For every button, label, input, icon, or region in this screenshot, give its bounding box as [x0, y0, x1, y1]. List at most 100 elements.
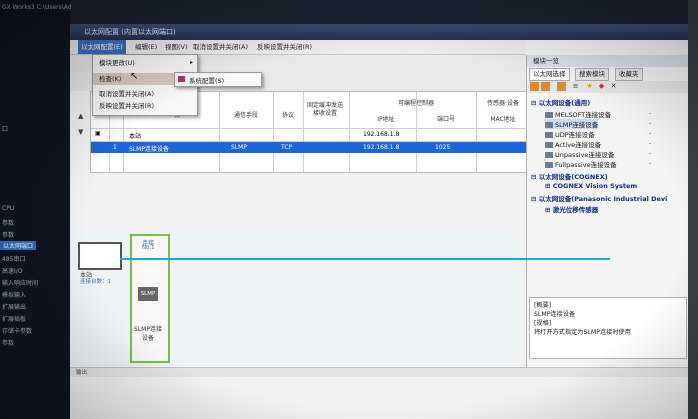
sidebar-app-title: GX Works3 C:\Users\Ad	[2, 4, 72, 11]
star-icon[interactable]: ★	[585, 82, 594, 91]
tab-ethernet-select[interactable]: 以太网选择	[529, 68, 570, 81]
category-ethernet-general[interactable]: ⊟ 以太网设备(通用)	[531, 97, 590, 107]
scroll-down-icon[interactable]: ▼	[78, 128, 83, 136]
filter-icon[interactable]	[541, 82, 550, 91]
sidebar-item-high-speed-io[interactable]: 高速I/O	[2, 266, 23, 275]
module-label: Active连接设备	[555, 141, 602, 149]
menu-ethernet-config[interactable]: 以太网配置(E)	[78, 40, 126, 54]
menu-view[interactable]: 视图(V)	[162, 40, 191, 54]
module-item-unpassive[interactable]: Unpassive连接设备	[545, 149, 614, 159]
menu-item-label: 模块更改(U)	[99, 59, 135, 67]
row-host-ip[interactable]: 192.168.1.8	[363, 131, 399, 138]
sidebar-item[interactable]: 口	[2, 124, 8, 133]
menu-bar: 以太网配置(E) 编辑(E) 视图(V) 取消设置并关闭(A) 反映设置并关闭(…	[70, 40, 526, 55]
module-item-udp[interactable]: UDP连接设备	[545, 129, 595, 139]
list-view-icon[interactable]: ≡	[571, 82, 580, 91]
row-port-number[interactable]: 1025	[435, 144, 450, 151]
row-comm-method[interactable]: SLMP	[231, 144, 247, 151]
menu-cancel-close[interactable]: 取消设置并关闭(A)	[190, 40, 251, 54]
scroll-up-icon[interactable]: ▲	[78, 112, 83, 120]
row-protocol[interactable]: TCP	[281, 144, 292, 151]
header-fixed-buffer: 固定缓冲发送接收设置	[307, 102, 344, 117]
module-label: Fullpassive连接设备	[555, 161, 617, 169]
module-list-title: 模块一览	[527, 55, 689, 67]
module-dash: -	[649, 140, 652, 147]
module-item-laser-sensor[interactable]: ⊞ 激光位移传感器	[545, 204, 598, 214]
sidebar-item-parameter[interactable]: 参数	[2, 230, 14, 239]
header-protocol: 协议	[281, 112, 294, 119]
sidebar-item-expansion-output[interactable]: 扩展输出	[2, 302, 26, 311]
sidebar-item-memory-card[interactable]: 存储卡参数	[2, 326, 32, 335]
module-item-melsoft[interactable]: MELSOFT连接设备	[545, 109, 611, 119]
device-icon	[545, 122, 553, 128]
sort-icon[interactable]	[530, 82, 539, 91]
ethernet-configuration-window: 以太网配置 (内置以太网端口) 以太网配置(E) 编辑(E) 视图(V) 取消设…	[70, 24, 689, 419]
project-navigation-sidebar: GX Works3 C:\Users\Ad 口 CPU 参数 参数 以太网端口 …	[0, 0, 72, 419]
monitor-bezel	[688, 0, 698, 419]
category-label: 以太网设备(Panasonic Industrial Devi	[538, 195, 668, 203]
device-icon	[545, 152, 553, 158]
system-config-icon	[178, 76, 185, 82]
row-number: 1	[113, 144, 117, 151]
menu-item-module-change[interactable]: 模块更改(U) ▸	[93, 57, 197, 69]
header-comm-method: 通信手段	[233, 112, 258, 119]
device-icon	[545, 132, 553, 138]
sidebar-item-parameter[interactable]: 参数	[2, 218, 14, 227]
desc-overview-text: SLMP连接设备	[534, 311, 576, 318]
module-description-box: [概要] SLMP连接设备 [规格] 将打开方式指定为SLMP连接时使用	[529, 297, 687, 359]
row-host-name[interactable]: 本站	[129, 131, 141, 140]
row-icon: ▣	[95, 130, 101, 137]
menu-item-apply-close[interactable]: 反映设置并关闭(R)	[93, 100, 197, 112]
ethernet-bus-line	[120, 258, 610, 260]
module-item-fullpassive[interactable]: Fullpassive连接设备	[545, 159, 617, 169]
sidebar-item-ethernet-port[interactable]: 以太网端口	[0, 241, 37, 250]
device-name-label: SLMP连接设备	[134, 326, 162, 342]
tab-search-module[interactable]: 搜索模块	[575, 68, 609, 81]
mouse-cursor-icon: ↖	[130, 71, 139, 82]
slmp-device-icon: SLMP	[138, 287, 158, 301]
category-label: 以太网设备(COGNEX)	[538, 173, 608, 181]
menu-item-system-config[interactable]: 系统配置(S)	[189, 75, 224, 85]
module-dash: -	[649, 110, 652, 117]
sidebar-item-expansion-board[interactable]: 扩展插板	[2, 314, 26, 323]
host-station-count: 连接台数：1	[80, 279, 111, 285]
module-item-active[interactable]: Active连接设备	[545, 139, 601, 149]
device-number-label: No.1	[142, 245, 155, 251]
module-item-cognex-vision[interactable]: ⊞ COGNEX Vision System	[545, 182, 637, 190]
menu-item-label: 检查(K)	[99, 75, 122, 83]
desc-overview-heading: [概要]	[534, 302, 552, 309]
header-ip-address: IP地址	[377, 116, 395, 123]
window-title: 以太网配置 (内置以太网端口)	[70, 24, 688, 40]
menu-edit[interactable]: 编辑(E)	[132, 40, 160, 54]
desc-spec-text: 将打开方式指定为SLMP连接时使用	[534, 329, 631, 336]
menu-item-cancel-close[interactable]: 取消设置并关闭(A)	[93, 88, 197, 100]
module-dash: -	[649, 120, 652, 127]
sidebar-item-serial-port[interactable]: 485串口	[2, 254, 25, 263]
category-ethernet-panasonic[interactable]: ⊟ 以太网设备(Panasonic Industrial Devi	[531, 193, 667, 203]
favorite-add-icon[interactable]: ◆	[597, 82, 606, 91]
check-submenu: 系统配置(S)	[174, 72, 262, 87]
sidebar-item-input-response[interactable]: 输入响应时间	[2, 278, 38, 287]
header-sensor-device: 传感器·设备	[487, 100, 519, 107]
module-item-slmp[interactable]: SLMP连接设备	[545, 119, 599, 129]
tab-favorites[interactable]: 收藏夹	[615, 68, 643, 81]
group-icon[interactable]	[557, 82, 566, 91]
module-label: Unpassive连接设备	[555, 151, 615, 159]
category-label: 以太网设备(通用)	[538, 99, 591, 107]
category-ethernet-cognex[interactable]: ⊟ 以太网设备(COGNEX)	[531, 171, 608, 181]
sidebar-item-parameter[interactable]: 参数	[2, 338, 14, 347]
row-device-name[interactable]: SLMP连接设备	[129, 144, 169, 153]
header-mac-address: MAC地址	[490, 116, 516, 123]
module-dash: -	[649, 160, 652, 167]
device-icon	[545, 112, 553, 118]
module-dash: -	[649, 130, 652, 137]
sidebar-item-cpu[interactable]: CPU	[2, 205, 14, 212]
close-icon[interactable]: ✕	[609, 82, 618, 91]
desc-spec-heading: [规格]	[534, 320, 552, 327]
sidebar-item-analog-input[interactable]: 模拟输入	[2, 290, 26, 299]
module-label: SLMP连接设备	[555, 121, 599, 129]
host-station-icon[interactable]	[78, 242, 122, 270]
menu-apply-close[interactable]: 反映设置并关闭(R)	[254, 40, 315, 54]
header-port-number: 端口号	[436, 116, 455, 123]
row-ip-address[interactable]: 192.168.1.8	[363, 144, 399, 151]
